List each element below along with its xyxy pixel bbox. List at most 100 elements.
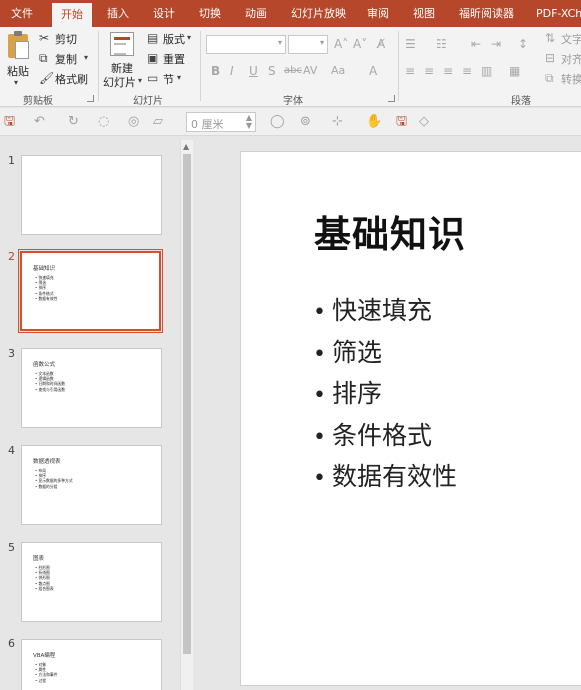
- spinner-arrows-icon[interactable]: ▲ ▼: [246, 114, 252, 130]
- slide-thumbnail-6[interactable]: VBA编程 对象 属性 方法和事件 过程: [21, 639, 162, 690]
- format-painter-button[interactable]: 格式刷: [55, 71, 88, 87]
- shape-outline-icon[interactable]: ◯: [270, 114, 285, 129]
- decrease-indent-icon[interactable]: ⇤: [471, 37, 481, 51]
- section-button[interactable]: 节: [163, 71, 174, 87]
- justify-icon[interactable]: ≡: [462, 64, 472, 78]
- shape-fragment-icon[interactable]: ◎: [128, 114, 139, 129]
- char-spacing-icon[interactable]: AV: [303, 64, 317, 78]
- redo-icon[interactable]: ↻: [68, 114, 79, 129]
- font-size-select[interactable]: ▾: [288, 35, 328, 54]
- slide-number: 2: [8, 250, 15, 263]
- align-objects-icon[interactable]: ⊹: [332, 114, 343, 129]
- slide-bullet: • 数据有效性: [313, 457, 457, 499]
- tab-home[interactable]: 开始: [52, 3, 92, 27]
- shape-union-icon[interactable]: ◌: [98, 114, 109, 129]
- font-color-icon[interactable]: A: [369, 64, 377, 78]
- slides-group-label: 幻灯片: [133, 96, 163, 107]
- cut-button[interactable]: 剪切: [55, 31, 77, 47]
- tab-animations[interactable]: 动画: [245, 0, 267, 27]
- grow-font-icon[interactable]: A˄: [334, 37, 348, 51]
- new-slide-icon[interactable]: [110, 32, 134, 56]
- bold-icon[interactable]: B: [211, 64, 220, 78]
- align-right-icon[interactable]: ≡: [443, 64, 453, 78]
- tab-view[interactable]: 视图: [413, 0, 435, 27]
- align-center-icon[interactable]: ≡: [424, 64, 434, 78]
- thumbnail-title: 数据透视表: [33, 459, 61, 465]
- thumbnail-bullets: 布局 排序 显示数据的多种方式 数据的分组: [35, 468, 73, 489]
- copy-icon: ⧉: [39, 51, 48, 65]
- thumbnail-bullet: 日期和时间函数: [35, 381, 65, 386]
- save-icon[interactable]: 🖫: [4, 114, 15, 129]
- shape-edit-icon[interactable]: ▱: [153, 114, 163, 129]
- layout-button[interactable]: 版式: [163, 31, 185, 47]
- slide-bullet: • 排序: [313, 374, 457, 416]
- slide-bullet-text: 排序: [331, 379, 382, 408]
- clipboard-group-label: 剪贴板: [23, 96, 53, 107]
- underline-icon[interactable]: U: [249, 64, 258, 78]
- tab-file[interactable]: 文件: [11, 0, 33, 27]
- customize-qat-icon[interactable]: ◇: [419, 114, 429, 129]
- numbering-icon[interactable]: ☷: [436, 37, 447, 51]
- slide-number: 4: [8, 444, 15, 457]
- slide-thumbnail-4[interactable]: 数据透视表 布局 排序 显示数据的多种方式 数据的分组: [21, 445, 162, 525]
- layout-dropdown-icon[interactable]: ▾: [187, 31, 191, 45]
- tab-slideshow[interactable]: 幻灯片放映: [291, 0, 346, 27]
- align-text-button[interactable]: 对齐: [561, 51, 581, 67]
- tab-review[interactable]: 审阅: [367, 0, 389, 27]
- new-slide-dropdown-icon[interactable]: ▾: [138, 74, 142, 88]
- bullets-icon[interactable]: ☰: [405, 37, 416, 51]
- slide-canvas[interactable]: 基础知识 • 快速填充 • 筛选 • 排序 • 条件格式 • 数据有效性: [240, 151, 581, 686]
- distance-spinner[interactable]: 0 厘米 ▲ ▼: [186, 112, 256, 132]
- undo-icon[interactable]: ↶: [34, 114, 45, 129]
- bullet-dot-icon: •: [313, 424, 326, 450]
- tab-pdf-xchange[interactable]: PDF-XCha: [536, 0, 581, 27]
- increase-indent-icon[interactable]: ⇥: [491, 37, 501, 51]
- thumbnail-bullet: 组合图表: [35, 586, 53, 591]
- text-direction-button[interactable]: 文字: [561, 31, 581, 47]
- change-case-icon[interactable]: Aa: [331, 64, 345, 78]
- shadow-icon[interactable]: S: [268, 64, 276, 78]
- copy-dropdown-icon[interactable]: ▾: [84, 51, 88, 65]
- slide-title[interactable]: 基础知识: [314, 204, 466, 258]
- copy-button[interactable]: 复制: [55, 51, 77, 67]
- clipboard-launcher-icon[interactable]: [87, 95, 94, 102]
- font-group-label: 字体: [283, 96, 303, 107]
- columns-icon[interactable]: ▦: [509, 64, 520, 78]
- hand-icon[interactable]: ✋: [366, 114, 382, 129]
- group-separator: [200, 31, 201, 101]
- clear-format-icon[interactable]: A̸: [377, 37, 385, 51]
- tab-transitions[interactable]: 切换: [199, 0, 221, 27]
- slide-bullet-text: 快速填充: [331, 296, 432, 325]
- scrollbar-thumb[interactable]: [183, 154, 191, 654]
- tab-design[interactable]: 设计: [153, 0, 175, 27]
- thumbnail-title: 图表: [33, 556, 45, 562]
- thumbnail-bullet: 数据的分组: [35, 484, 73, 489]
- convert-smartart-button[interactable]: 转换: [561, 71, 581, 87]
- paste-dropdown-icon[interactable]: ▾: [14, 76, 18, 90]
- font-name-select[interactable]: ▾: [206, 35, 286, 54]
- shrink-font-icon[interactable]: A˅: [353, 37, 367, 51]
- thumbnail-scrollbar[interactable]: ▲: [180, 140, 193, 690]
- slide-thumbnail-5[interactable]: 图表 柱形图 折线图 饼形图 散点图 组合图表: [21, 542, 162, 622]
- font-launcher-icon[interactable]: [388, 95, 395, 102]
- line-spacing-icon[interactable]: ↕: [518, 37, 528, 51]
- slide-thumbnail-3[interactable]: 函数公式 文本函数 逻辑函数 日期和时间函数 查找与引用函数: [21, 348, 162, 428]
- distributed-icon[interactable]: ▥: [481, 64, 492, 78]
- section-dropdown-icon[interactable]: ▾: [177, 71, 181, 85]
- save-as-icon[interactable]: 🖫: [396, 114, 407, 129]
- tab-insert[interactable]: 插入: [107, 0, 129, 27]
- new-slide-label-2[interactable]: 幻灯片: [103, 74, 136, 90]
- merge-shapes-icon[interactable]: ⊚: [300, 114, 311, 129]
- slide-bullet-list[interactable]: • 快速填充 • 筛选 • 排序 • 条件格式 • 数据有效性: [313, 291, 457, 499]
- italic-icon[interactable]: I: [230, 64, 234, 78]
- tab-foxit-reader[interactable]: 福昕阅读器: [459, 0, 514, 27]
- scroll-up-icon[interactable]: ▲: [183, 142, 189, 151]
- slide-number: 1: [8, 154, 15, 167]
- reset-button[interactable]: 重置: [163, 51, 185, 67]
- slide-thumbnail-2[interactable]: 基础知识 快速填充 筛选 排序 条件格式 数据有效性: [18, 249, 163, 333]
- align-left-icon[interactable]: ≡: [405, 64, 415, 78]
- strikethrough-icon[interactable]: abc: [284, 64, 302, 78]
- slide-bullet-text: 条件格式: [331, 420, 432, 450]
- slide-thumbnail-1[interactable]: [21, 155, 162, 235]
- group-separator: [398, 31, 399, 101]
